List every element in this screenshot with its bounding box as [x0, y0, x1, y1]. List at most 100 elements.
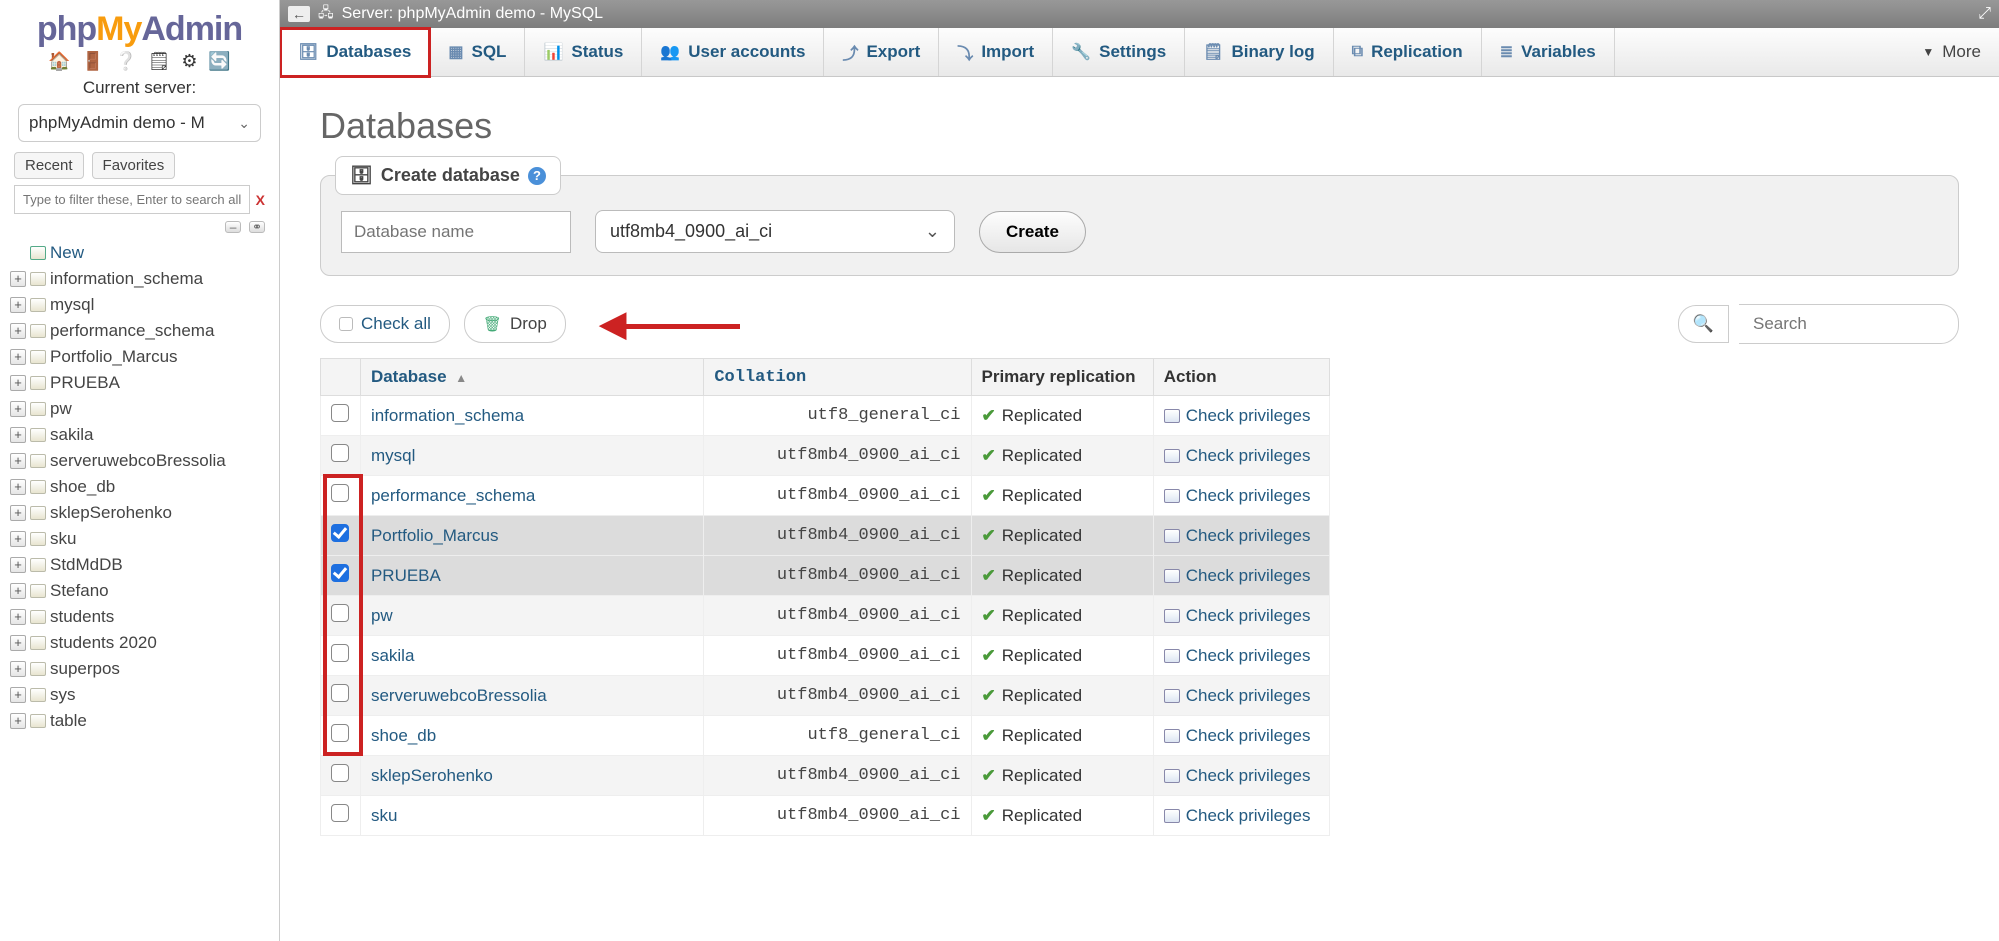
settings-icon[interactable]: ⚙ — [181, 51, 197, 71]
create-button[interactable]: Create — [979, 211, 1086, 253]
sql-icon[interactable]: 🗒 — [148, 51, 171, 71]
check-privileges-link[interactable]: Check privileges — [1186, 766, 1311, 785]
row-checkbox[interactable] — [331, 804, 349, 822]
database-link[interactable]: mysql — [371, 446, 415, 465]
tree-item-sakila[interactable]: +sakila — [4, 422, 275, 448]
row-collation-cell[interactable]: utf8mb4_0900_ai_ci — [704, 596, 971, 636]
row-checkbox[interactable] — [331, 684, 349, 702]
database-link[interactable]: information_schema — [371, 406, 524, 425]
tree-item-StdMdDB[interactable]: +StdMdDB — [4, 552, 275, 578]
check-privileges-link[interactable]: Check privileges — [1186, 566, 1311, 585]
check-privileges-link[interactable]: Check privileges — [1186, 686, 1311, 705]
check-all-button[interactable]: Check all — [320, 305, 450, 343]
tab-sql[interactable]: ▦SQL — [430, 28, 525, 76]
row-checkbox[interactable] — [331, 404, 349, 422]
row-checkbox[interactable] — [331, 764, 349, 782]
tree-filter-input[interactable] — [14, 185, 250, 214]
expand-icon[interactable]: + — [10, 271, 26, 287]
tree-item-superpos[interactable]: +superpos — [4, 656, 275, 682]
help-bubble-icon[interactable]: ? — [528, 167, 546, 185]
database-name-input[interactable] — [341, 211, 571, 253]
expand-icon[interactable]: + — [10, 713, 26, 729]
expand-icon[interactable]: + — [10, 687, 26, 703]
tree-item-shoe_db[interactable]: +shoe_db — [4, 474, 275, 500]
check-privileges-link[interactable]: Check privileges — [1186, 646, 1311, 665]
tree-item-pw[interactable]: +pw — [4, 396, 275, 422]
favorites-tab[interactable]: Favorites — [92, 152, 176, 179]
database-link[interactable]: pw — [371, 606, 393, 625]
check-privileges-link[interactable]: Check privileges — [1186, 406, 1311, 425]
expand-icon[interactable]: + — [10, 531, 26, 547]
logo[interactable]: phpMyAdmin — [0, 10, 279, 49]
collation-select[interactable]: utf8mb4_0900_ai_ci ⌄ — [595, 210, 955, 253]
tree-item-serveruwebcoBressolia[interactable]: +serveruwebcoBressolia — [4, 448, 275, 474]
check-privileges-link[interactable]: Check privileges — [1186, 806, 1311, 825]
link-icon[interactable]: ⚭ — [249, 221, 265, 233]
expand-icon[interactable]: + — [10, 479, 26, 495]
tree-item-sklepSerohenko[interactable]: +sklepSerohenko — [4, 500, 275, 526]
row-checkbox[interactable] — [331, 724, 349, 742]
expand-icon[interactable]: + — [10, 297, 26, 313]
tab-more[interactable]: ▼More — [1904, 28, 1999, 76]
recent-tab[interactable]: Recent — [14, 152, 84, 179]
database-link[interactable]: PRUEBA — [371, 566, 441, 585]
help-icon[interactable]: ❔ — [115, 51, 137, 71]
tab-binary-log[interactable]: 🗒Binary log — [1185, 28, 1333, 76]
expand-icon[interactable]: + — [10, 609, 26, 625]
expand-icon[interactable]: + — [10, 635, 26, 651]
back-icon[interactable]: ← — [288, 6, 310, 22]
tab-settings[interactable]: 🔧Settings — [1053, 28, 1185, 76]
row-checkbox[interactable] — [331, 644, 349, 662]
database-link[interactable]: performance_schema — [371, 486, 535, 505]
row-collation-cell[interactable]: utf8mb4_0900_ai_ci — [704, 476, 971, 516]
row-collation-cell[interactable]: utf8mb4_0900_ai_ci — [704, 676, 971, 716]
row-collation-cell[interactable]: utf8mb4_0900_ai_ci — [704, 436, 971, 476]
tab-export[interactable]: ⤴Export — [824, 28, 939, 76]
tree-item-students-2020[interactable]: +students 2020 — [4, 630, 275, 656]
database-search-input[interactable] — [1739, 304, 1959, 344]
expand-icon[interactable]: + — [10, 453, 26, 469]
server-select[interactable]: phpMyAdmin demo - M ⌄ — [18, 104, 261, 142]
check-privileges-link[interactable]: Check privileges — [1186, 526, 1311, 545]
tree-item-performance_schema[interactable]: +performance_schema — [4, 318, 275, 344]
expand-icon[interactable]: + — [10, 557, 26, 573]
tab-user-accounts[interactable]: 👥User accounts — [642, 28, 824, 76]
col-header-collation[interactable]: Collation — [704, 359, 971, 396]
tab-databases[interactable]: 🗄Databases — [280, 28, 430, 77]
clear-filter-icon[interactable]: X — [256, 192, 265, 208]
tab-variables[interactable]: ≣Variables — [1482, 28, 1615, 76]
database-link[interactable]: sku — [371, 806, 397, 825]
expand-icon[interactable]: + — [10, 401, 26, 417]
database-link[interactable]: serveruwebcoBressolia — [371, 686, 547, 705]
reload-icon[interactable]: 🔄 — [208, 51, 230, 71]
tree-new-database[interactable]: New — [4, 240, 275, 266]
expand-icon[interactable]: ⤢ — [1978, 5, 1991, 23]
row-collation-cell[interactable]: utf8mb4_0900_ai_ci — [704, 636, 971, 676]
row-checkbox[interactable] — [331, 524, 349, 542]
expand-icon[interactable]: + — [10, 661, 26, 677]
tree-item-Portfolio_Marcus[interactable]: +Portfolio_Marcus — [4, 344, 275, 370]
check-privileges-link[interactable]: Check privileges — [1186, 606, 1311, 625]
tree-item-table[interactable]: +table — [4, 708, 275, 734]
database-link[interactable]: shoe_db — [371, 726, 436, 745]
expand-icon[interactable]: + — [10, 323, 26, 339]
search-icon[interactable]: 🔍 — [1678, 305, 1729, 343]
database-link[interactable]: sakila — [371, 646, 414, 665]
check-privileges-link[interactable]: Check privileges — [1186, 446, 1311, 465]
row-checkbox[interactable] — [331, 564, 349, 582]
expand-icon[interactable]: + — [10, 427, 26, 443]
row-checkbox[interactable] — [331, 604, 349, 622]
tree-item-students[interactable]: +students — [4, 604, 275, 630]
database-link[interactable]: sklepSerohenko — [371, 766, 493, 785]
check-privileges-link[interactable]: Check privileges — [1186, 486, 1311, 505]
row-collation-cell[interactable]: utf8mb4_0900_ai_ci — [704, 756, 971, 796]
tree-item-Stefano[interactable]: +Stefano — [4, 578, 275, 604]
collapse-tree-icon[interactable]: – — [225, 221, 241, 233]
row-collation-cell[interactable]: utf8mb4_0900_ai_ci — [704, 796, 971, 836]
drop-button[interactable]: 🗑 Drop — [464, 305, 566, 343]
expand-icon[interactable]: + — [10, 583, 26, 599]
tree-item-sys[interactable]: +sys — [4, 682, 275, 708]
tree-item-PRUEBA[interactable]: +PRUEBA — [4, 370, 275, 396]
check-privileges-link[interactable]: Check privileges — [1186, 726, 1311, 745]
tab-status[interactable]: 📊Status — [525, 28, 642, 76]
